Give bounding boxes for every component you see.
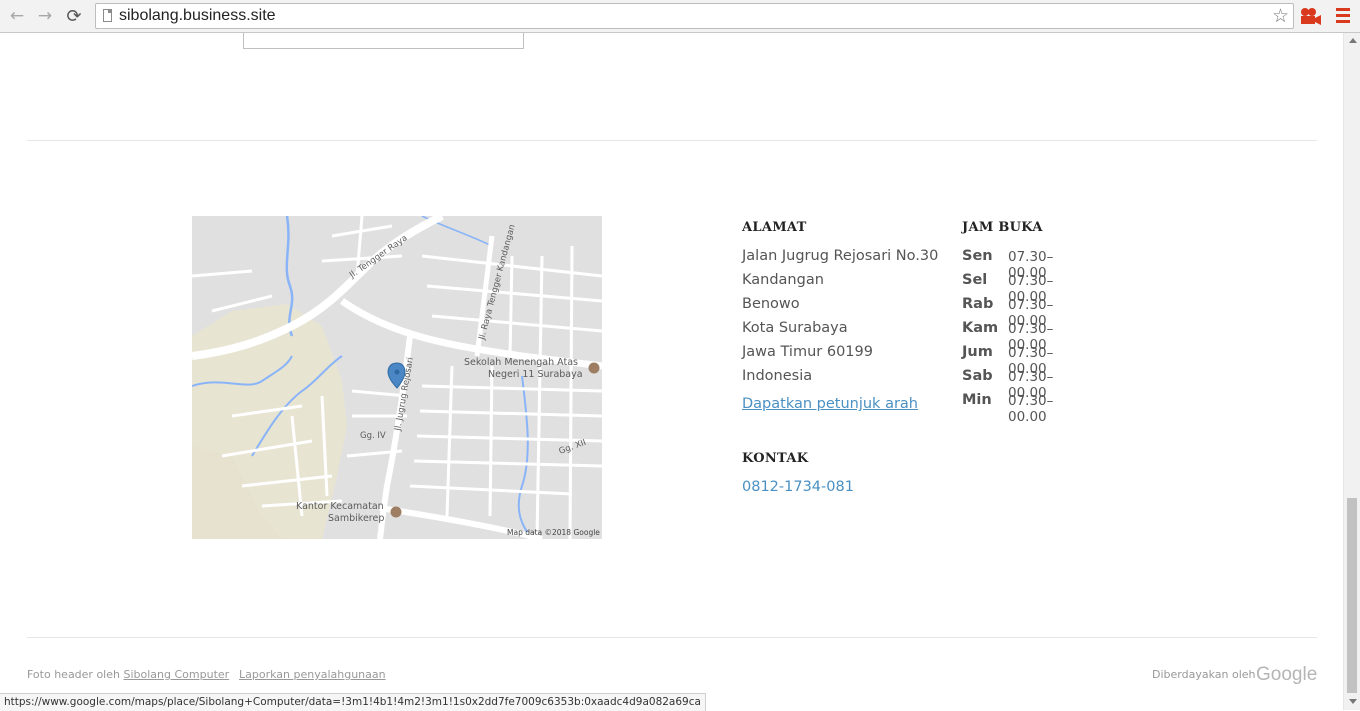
section-divider [27, 140, 1317, 141]
map-label-sma-2: Negeri 11 Surabaya [488, 369, 583, 380]
location-map[interactable]: Jl. Tengger Raya Jl. Raya Tengger Kandan… [192, 216, 602, 539]
directions-link[interactable]: Dapatkan petunjuk arah [742, 396, 918, 412]
address-bar[interactable]: sibolang.business.site ☆ [95, 3, 1294, 29]
hours-day: Sel [962, 272, 988, 288]
reload-button[interactable]: ⟳ [62, 4, 86, 28]
page-icon [103, 9, 112, 22]
footer-report: Laporkan penyalahgunaan [239, 668, 386, 681]
address-heading: ALAMAT [742, 220, 807, 235]
map-attribution: Map data ©2018 Google [507, 528, 600, 537]
address-line: Jawa Timur 60199 [742, 344, 873, 360]
extension-icon[interactable] [1300, 7, 1322, 25]
bookmark-star-icon[interactable]: ☆ [1272, 4, 1289, 28]
contact-heading: KONTAK [742, 451, 809, 466]
address-line: Benowo [742, 296, 800, 312]
hours-heading: JAM BUKA [962, 220, 1043, 235]
hours-day: Sen [962, 248, 993, 264]
forward-button[interactable]: → [33, 4, 57, 28]
powered-by-text: Diberdayakan oleh [1152, 668, 1256, 681]
url-text: sibolang.business.site [119, 7, 276, 24]
map-label-kantor-2: Sambikerep [328, 513, 384, 524]
hours-day: Sab [962, 368, 993, 384]
google-logo[interactable]: Google [1256, 664, 1317, 686]
browser-menu-icon[interactable] [1336, 8, 1350, 24]
forward-arrow-icon: → [37, 6, 53, 26]
map-label-sma-1: Sekolah Menengah Atas [464, 357, 578, 368]
scroll-down-icon[interactable] [1349, 699, 1357, 704]
footer-credit: Foto header oleh Sibolang Computer [27, 668, 229, 681]
map-label-kantor-1: Kantor Kecamatan [296, 501, 384, 512]
footer-credit-prefix: Foto header oleh [27, 668, 120, 681]
phone-link[interactable]: 0812-1734-081 [742, 479, 854, 495]
browser-toolbar: ← → ⟳ sibolang.business.site ☆ [0, 0, 1360, 33]
address-line: Kota Surabaya [742, 320, 848, 336]
hours-day: Kam [962, 320, 999, 336]
address-line: Jalan Jugrug Rejosari No.30 [742, 248, 939, 264]
back-button[interactable]: ← [5, 4, 29, 28]
hours-day: Rab [962, 296, 994, 312]
photo-credit-link[interactable]: Sibolang Computer [123, 668, 229, 681]
scrollbar-thumb[interactable] [1347, 498, 1357, 693]
page-scrollbar[interactable] [1343, 33, 1360, 710]
hours-day: Min [962, 392, 992, 408]
hours-time: 07.30–00.00 [1008, 393, 1054, 425]
hours-day: Jum [962, 344, 993, 360]
scroll-up-icon[interactable] [1349, 38, 1357, 43]
back-arrow-icon: ← [9, 6, 25, 26]
footer-divider [27, 637, 1317, 638]
address-line: Kandangan [742, 272, 824, 288]
broken-image [243, 33, 524, 49]
address-line: Indonesia [742, 368, 813, 384]
report-abuse-link[interactable]: Laporkan penyalahgunaan [239, 668, 386, 681]
reload-icon: ⟳ [66, 5, 82, 27]
status-bar-url: https://www.google.com/maps/place/Sibola… [0, 693, 706, 711]
map-label-gg4: Gg. IV [360, 431, 386, 441]
